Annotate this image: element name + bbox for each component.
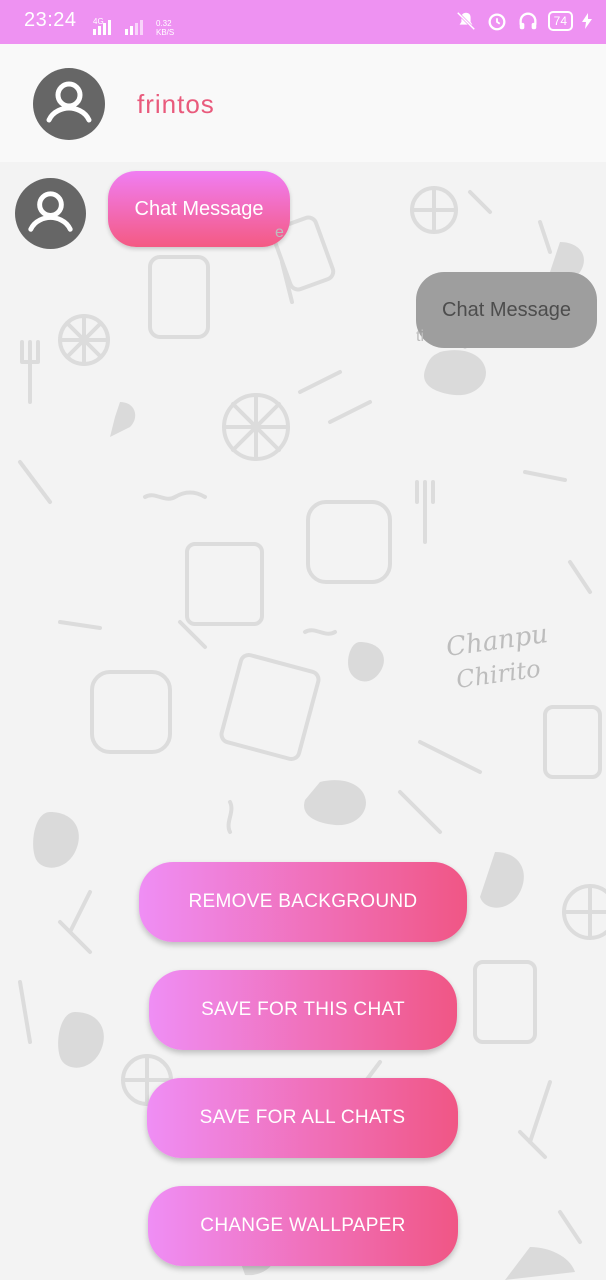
incoming-avatar-icon[interactable] — [15, 178, 86, 249]
svg-text:Chirito: Chirito — [454, 654, 542, 694]
incoming-timestamp-fragment: e — [275, 224, 284, 241]
signal-icon — [93, 20, 111, 35]
status-bar: 23:24 4G 0.32 KB/S 74 — [0, 0, 606, 44]
speed-value: 0.32 — [156, 19, 172, 28]
outgoing-message-bubble[interactable]: Chat Message — [416, 272, 597, 348]
chat-header: frintos — [0, 44, 606, 162]
contact-name[interactable]: frintos — [137, 89, 215, 120]
mute-icon — [456, 11, 475, 31]
save-for-all-chats-button[interactable]: SAVE FOR ALL CHATS — [147, 1078, 458, 1158]
person-avatar-icon[interactable] — [33, 68, 105, 140]
alarm-icon — [488, 13, 506, 31]
speed-unit: KB/S — [156, 28, 175, 37]
headphones-icon — [519, 12, 537, 30]
remove-background-button[interactable]: REMOVE BACKGROUND — [139, 862, 467, 942]
charging-icon — [582, 13, 592, 29]
incoming-message-bubble[interactable]: Chat Message — [108, 171, 290, 247]
signal-icon-2 — [125, 20, 143, 35]
outgoing-timestamp-fragment: ti — [416, 328, 424, 345]
save-for-this-chat-button[interactable]: SAVE FOR THIS CHAT — [149, 970, 457, 1050]
battery-icon: 74 — [547, 11, 573, 31]
clock: 23:24 — [24, 9, 77, 31]
change-wallpaper-button[interactable]: CHANGE WALLPAPER — [148, 1186, 458, 1266]
